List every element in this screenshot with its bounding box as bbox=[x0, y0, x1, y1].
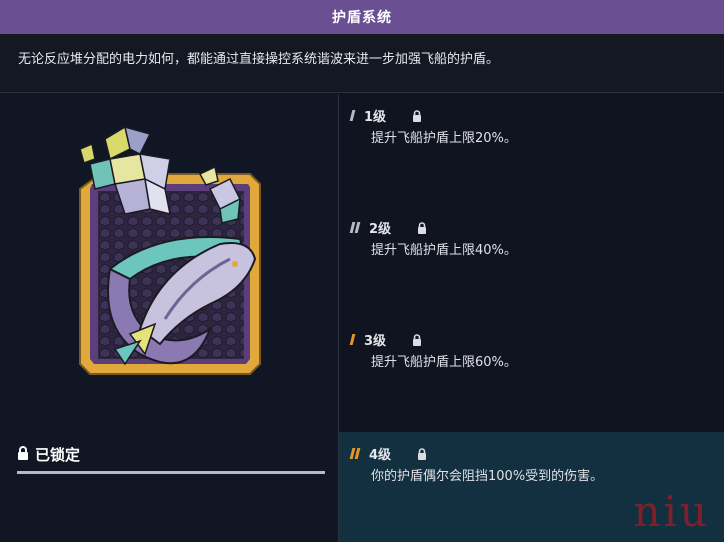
shield-badge-icon bbox=[79, 125, 261, 375]
lock-icon bbox=[412, 109, 422, 122]
level-pips bbox=[349, 222, 361, 233]
badge-panel: 已锁定 bbox=[0, 94, 339, 542]
lock-status: 已锁定 bbox=[17, 444, 80, 465]
level-pips bbox=[349, 334, 356, 345]
level-3-row[interactable]: 3级 提升飞船护盾上限60%。 bbox=[339, 318, 724, 430]
level-label: 4级 bbox=[369, 448, 392, 463]
shield-badge-emblem bbox=[70, 119, 270, 389]
level-pips bbox=[349, 110, 356, 121]
upgrade-levels-list: 1级 提升飞船护盾上限20%。 2级 提升飞船护盾上限40%。 3级 提升飞船护… bbox=[339, 94, 724, 542]
level-1-row[interactable]: 1级 提升飞船护盾上限20%。 bbox=[339, 94, 724, 206]
description-text: 无论反应堆分配的电力如何，都能通过直接操控系统谐波来进一步加强飞船的护盾。 bbox=[18, 52, 500, 67]
level-pips bbox=[349, 448, 361, 459]
lock-icon bbox=[417, 447, 427, 460]
level-label: 2级 bbox=[369, 222, 392, 237]
level-label: 3级 bbox=[364, 334, 387, 349]
watermark: niu bbox=[633, 487, 710, 536]
status-divider bbox=[17, 471, 325, 474]
level-label: 1级 bbox=[364, 110, 387, 125]
level-description: 你的护盾偶尔会阻挡100%受到的伤害。 bbox=[371, 469, 604, 484]
window-title: 护盾系统 bbox=[332, 10, 392, 26]
lock-icon bbox=[412, 333, 422, 346]
lock-icon bbox=[417, 221, 427, 234]
level-description: 提升飞船护盾上限60%。 bbox=[371, 355, 517, 370]
lock-status-label: 已锁定 bbox=[35, 446, 81, 464]
lock-icon bbox=[17, 445, 29, 464]
level-description: 提升飞船护盾上限20%。 bbox=[371, 131, 517, 146]
system-description: 无论反应堆分配的电力如何，都能通过直接操控系统谐波来进一步加强飞船的护盾。 bbox=[0, 34, 724, 93]
level-description: 提升飞船护盾上限40%。 bbox=[371, 243, 517, 258]
window-title-bar: 护盾系统 bbox=[0, 0, 724, 34]
level-2-row[interactable]: 2级 提升飞船护盾上限40%。 bbox=[339, 206, 724, 318]
